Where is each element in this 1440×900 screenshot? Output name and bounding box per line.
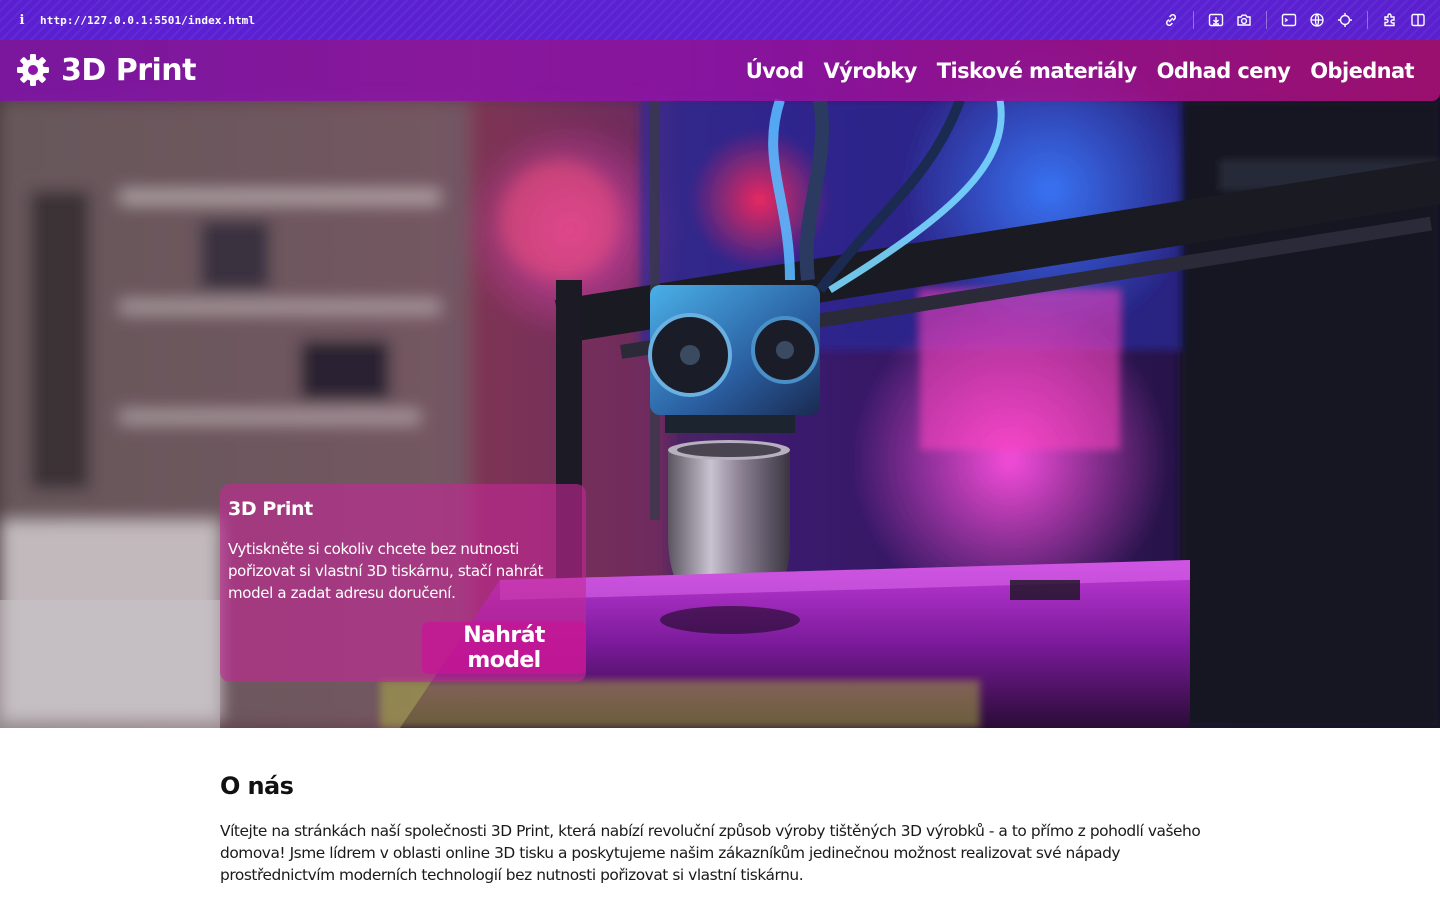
gear-icon	[17, 54, 49, 86]
crosshair-icon[interactable]	[1334, 9, 1356, 31]
nav-link-odhad-ceny[interactable]: Odhad ceny	[1157, 59, 1291, 83]
download-icon[interactable]	[1205, 9, 1227, 31]
toolbar-divider	[1193, 11, 1194, 29]
terminal-icon[interactable]	[1278, 9, 1300, 31]
sidebar-icon[interactable]	[1407, 9, 1429, 31]
link-icon[interactable]	[1160, 9, 1182, 31]
about-heading: O nás	[220, 772, 294, 800]
nav-link-materialy[interactable]: Tiskové materiály	[937, 59, 1137, 83]
info-icon[interactable]: i	[12, 10, 32, 30]
hero-card-text: Vytiskněte si cokoliv chcete bez nutnost…	[228, 540, 544, 602]
hero-section	[0, 40, 1440, 728]
globe-icon[interactable]	[1306, 9, 1328, 31]
hero-image	[0, 40, 1440, 728]
logo[interactable]: 3D Print	[15, 52, 196, 88]
nav-link-vyrobky[interactable]: Výrobky	[824, 59, 918, 83]
nav-links: Úvod Výrobky Tiskové materiály Odhad cen…	[726, 40, 1415, 101]
nav-link-uvod[interactable]: Úvod	[746, 59, 804, 83]
about-text: Vítejte na stránkách naší společnosti 3D…	[220, 822, 1201, 884]
upload-model-button[interactable]: Nahrát model	[422, 622, 586, 674]
address-bar-url[interactable]: http://127.0.0.1:5501/index.html	[40, 14, 255, 27]
toolbar-divider	[1367, 11, 1368, 29]
about-section: O nás Vítejte na stránkách naší společno…	[220, 728, 1220, 886]
browser-tools	[1157, 0, 1432, 40]
browser-toolbar: i http://127.0.0.1:5501/index.html	[0, 0, 1440, 40]
camera-icon[interactable]	[1233, 9, 1255, 31]
nav-link-objednat[interactable]: Objednat	[1310, 59, 1414, 83]
hero-card: 3D Print Vytiskněte si cokoliv chcete be…	[220, 484, 586, 682]
logo-text: 3D Print	[61, 52, 196, 88]
hero-card-title: 3D Print	[228, 498, 313, 520]
extension-icon[interactable]	[1379, 9, 1401, 31]
toolbar-divider	[1266, 11, 1267, 29]
site-navbar: 3D Print Úvod Výrobky Tiskové materiály …	[0, 40, 1440, 101]
